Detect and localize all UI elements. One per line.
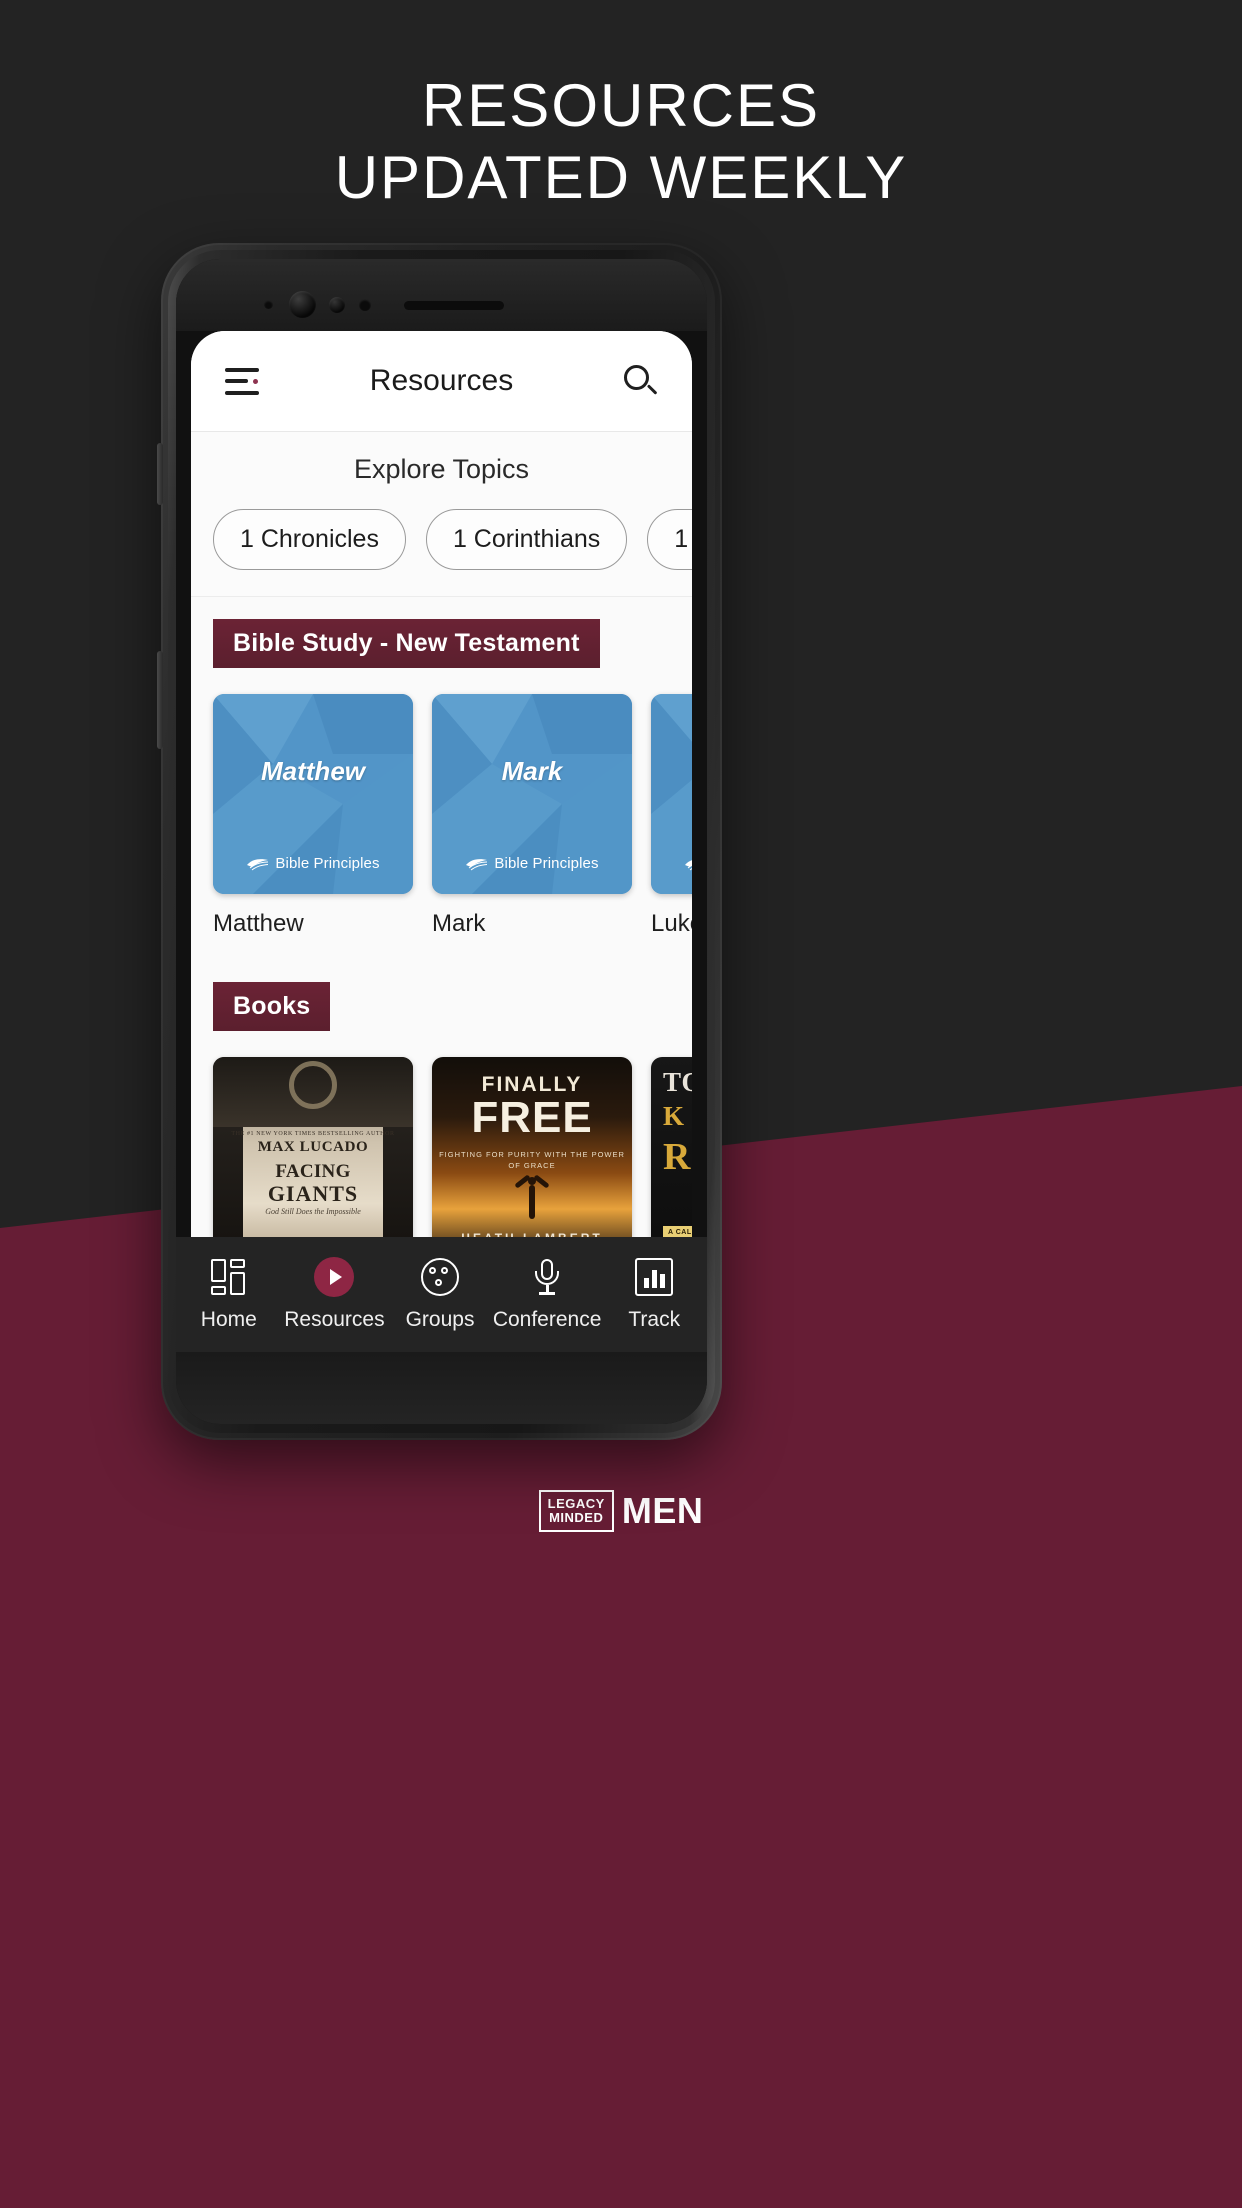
sensor-dot-icon	[264, 300, 273, 309]
dashboard-grid-icon	[209, 1257, 249, 1297]
book-cover-line3: R	[663, 1136, 691, 1178]
resource-card-artwork: Mark Bible Principles	[432, 694, 632, 894]
menu-notification-dot-icon	[253, 378, 258, 384]
promo-headline-line1: RESOURCES	[421, 72, 821, 139]
phone-top-bezel	[176, 259, 707, 331]
bottom-navigation-bar: Home Resources Groups Conference Track	[176, 1237, 707, 1352]
book-cover-title-line1: FACING	[275, 1161, 351, 1182]
search-icon[interactable]	[622, 363, 658, 399]
resource-card-title: Matthew	[213, 910, 304, 937]
phone-screen: Resources Explore Topics 1 Chronicles 1 …	[176, 259, 707, 1424]
book-cover: FINALLY FREE FIGHTING FOR PURITY WITH TH…	[432, 1057, 632, 1257]
app-bar-title: Resources	[369, 364, 514, 397]
book-cover-subtitle: FIGHTING FOR PURITY WITH THE POWER OF GR…	[439, 1150, 625, 1170]
resource-card[interactable]: Luke Bible Principles Luke	[651, 694, 692, 938]
section-header-badge: Books	[213, 982, 331, 1031]
app-screen: Resources Explore Topics 1 Chronicles 1 …	[191, 331, 692, 1352]
bible-principles-logo: Bible Principles	[213, 855, 413, 872]
earpiece-speaker	[404, 301, 504, 310]
footer-logo-line1: LEGACY	[547, 1496, 605, 1511]
phone-bottom-bezel	[176, 1352, 707, 1424]
book-cover-line1: TO	[663, 1067, 692, 1097]
book-cover: THE #1 NEW YORK TIMES BESTSELLING AUTHOR…	[213, 1057, 413, 1257]
section-header-badge: Bible Study - New Testament	[213, 619, 600, 668]
phone-volume-button	[157, 443, 163, 505]
wing-logo-icon	[247, 858, 269, 870]
nav-label: Conference	[492, 1308, 602, 1331]
nav-label: Home	[200, 1308, 257, 1331]
book-cover-subtitle: God Still Does the Impossible	[265, 1207, 361, 1216]
nav-label: Resources	[284, 1308, 385, 1331]
resource-card-title: Luke	[651, 910, 692, 937]
resource-card-artwork: Luke Bible Principles	[651, 694, 692, 894]
resource-card[interactable]: Matthew Bible Principles Matthew	[213, 694, 413, 938]
promo-headline: RESOURCES UPDATED WEEKLY	[0, 70, 1242, 214]
phone-mockup: Resources Explore Topics 1 Chronicles 1 …	[157, 243, 722, 1440]
play-circle-icon	[314, 1257, 355, 1297]
rings-artwork-icon	[289, 1061, 337, 1109]
book-cover: TO K R A CALL	[651, 1057, 692, 1257]
resource-card-art-title: Mark	[501, 756, 563, 786]
silhouette-figure-icon	[514, 1174, 550, 1221]
resource-card-art-title: Luke	[651, 756, 692, 787]
resource-card-art-title: Matthew	[261, 756, 365, 786]
footer-logo-badge: LEGACY MINDED	[538, 1490, 614, 1532]
app-bar: Resources	[191, 331, 692, 432]
book-cover-title-line2: FREE	[471, 1093, 593, 1142]
topic-chip[interactable]: 1 Corinthians	[425, 509, 628, 570]
group-circle-icon	[420, 1257, 460, 1297]
topic-chip[interactable]: 1 John	[647, 509, 692, 570]
nav-item-resources[interactable]: Resources	[282, 1257, 388, 1332]
book-cover-author: MAX LUCADO	[257, 1139, 369, 1155]
nav-item-conference[interactable]: Conference	[492, 1257, 602, 1332]
microphone-icon	[527, 1257, 567, 1297]
book-cover-line2: K	[663, 1101, 685, 1131]
nav-item-home[interactable]: Home	[176, 1257, 282, 1332]
proximity-sensor-icon	[359, 299, 371, 311]
resource-card-title: Mark	[432, 910, 486, 937]
topic-chip[interactable]: 1 Chronicles	[213, 509, 406, 570]
explore-topics-title: Explore Topics	[353, 454, 530, 484]
bar-chart-icon	[634, 1257, 674, 1297]
bible-principles-logo: Bible Principles	[651, 855, 692, 872]
nav-label: Groups	[405, 1308, 475, 1331]
promo-headline-line2: UPDATED WEEKLY	[334, 144, 908, 211]
book-cover-title-line2: GIANTS	[267, 1181, 359, 1206]
nav-item-groups[interactable]: Groups	[387, 1257, 493, 1332]
resource-card-artwork: Matthew Bible Principles	[213, 694, 413, 894]
topic-chip-list[interactable]: 1 Chronicles 1 Corinthians 1 John 1 King…	[191, 509, 692, 570]
nav-label: Track	[628, 1308, 681, 1331]
footer-logo-line2: MINDED	[549, 1510, 604, 1525]
bible-principles-logo: Bible Principles	[432, 855, 632, 872]
resource-card[interactable]: Mark Bible Principles Mark	[432, 694, 632, 938]
bible-study-row[interactable]: Matthew Bible Principles Matthew Mark Bi…	[191, 668, 692, 938]
front-camera-icon	[289, 291, 316, 318]
nav-item-track[interactable]: Track	[601, 1257, 707, 1332]
bible-principles-label: Bible Principles	[494, 855, 599, 872]
hamburger-menu-icon[interactable]	[225, 367, 263, 395]
wing-logo-icon	[466, 858, 488, 870]
bible-principles-label: Bible Principles	[275, 855, 380, 872]
wing-logo-icon	[685, 859, 692, 870]
book-cover-kicker: THE #1 NEW YORK TIMES BESTSELLING AUTHOR	[231, 1131, 395, 1137]
phone-power-button	[157, 651, 163, 749]
explore-topics-section: Explore Topics 1 Chronicles 1 Corinthian…	[191, 432, 692, 597]
iris-sensor-icon	[329, 297, 345, 313]
footer-logo-word: MEN	[621, 1490, 704, 1531]
footer-logo: LEGACY MINDED MEN	[0, 1490, 1242, 1532]
